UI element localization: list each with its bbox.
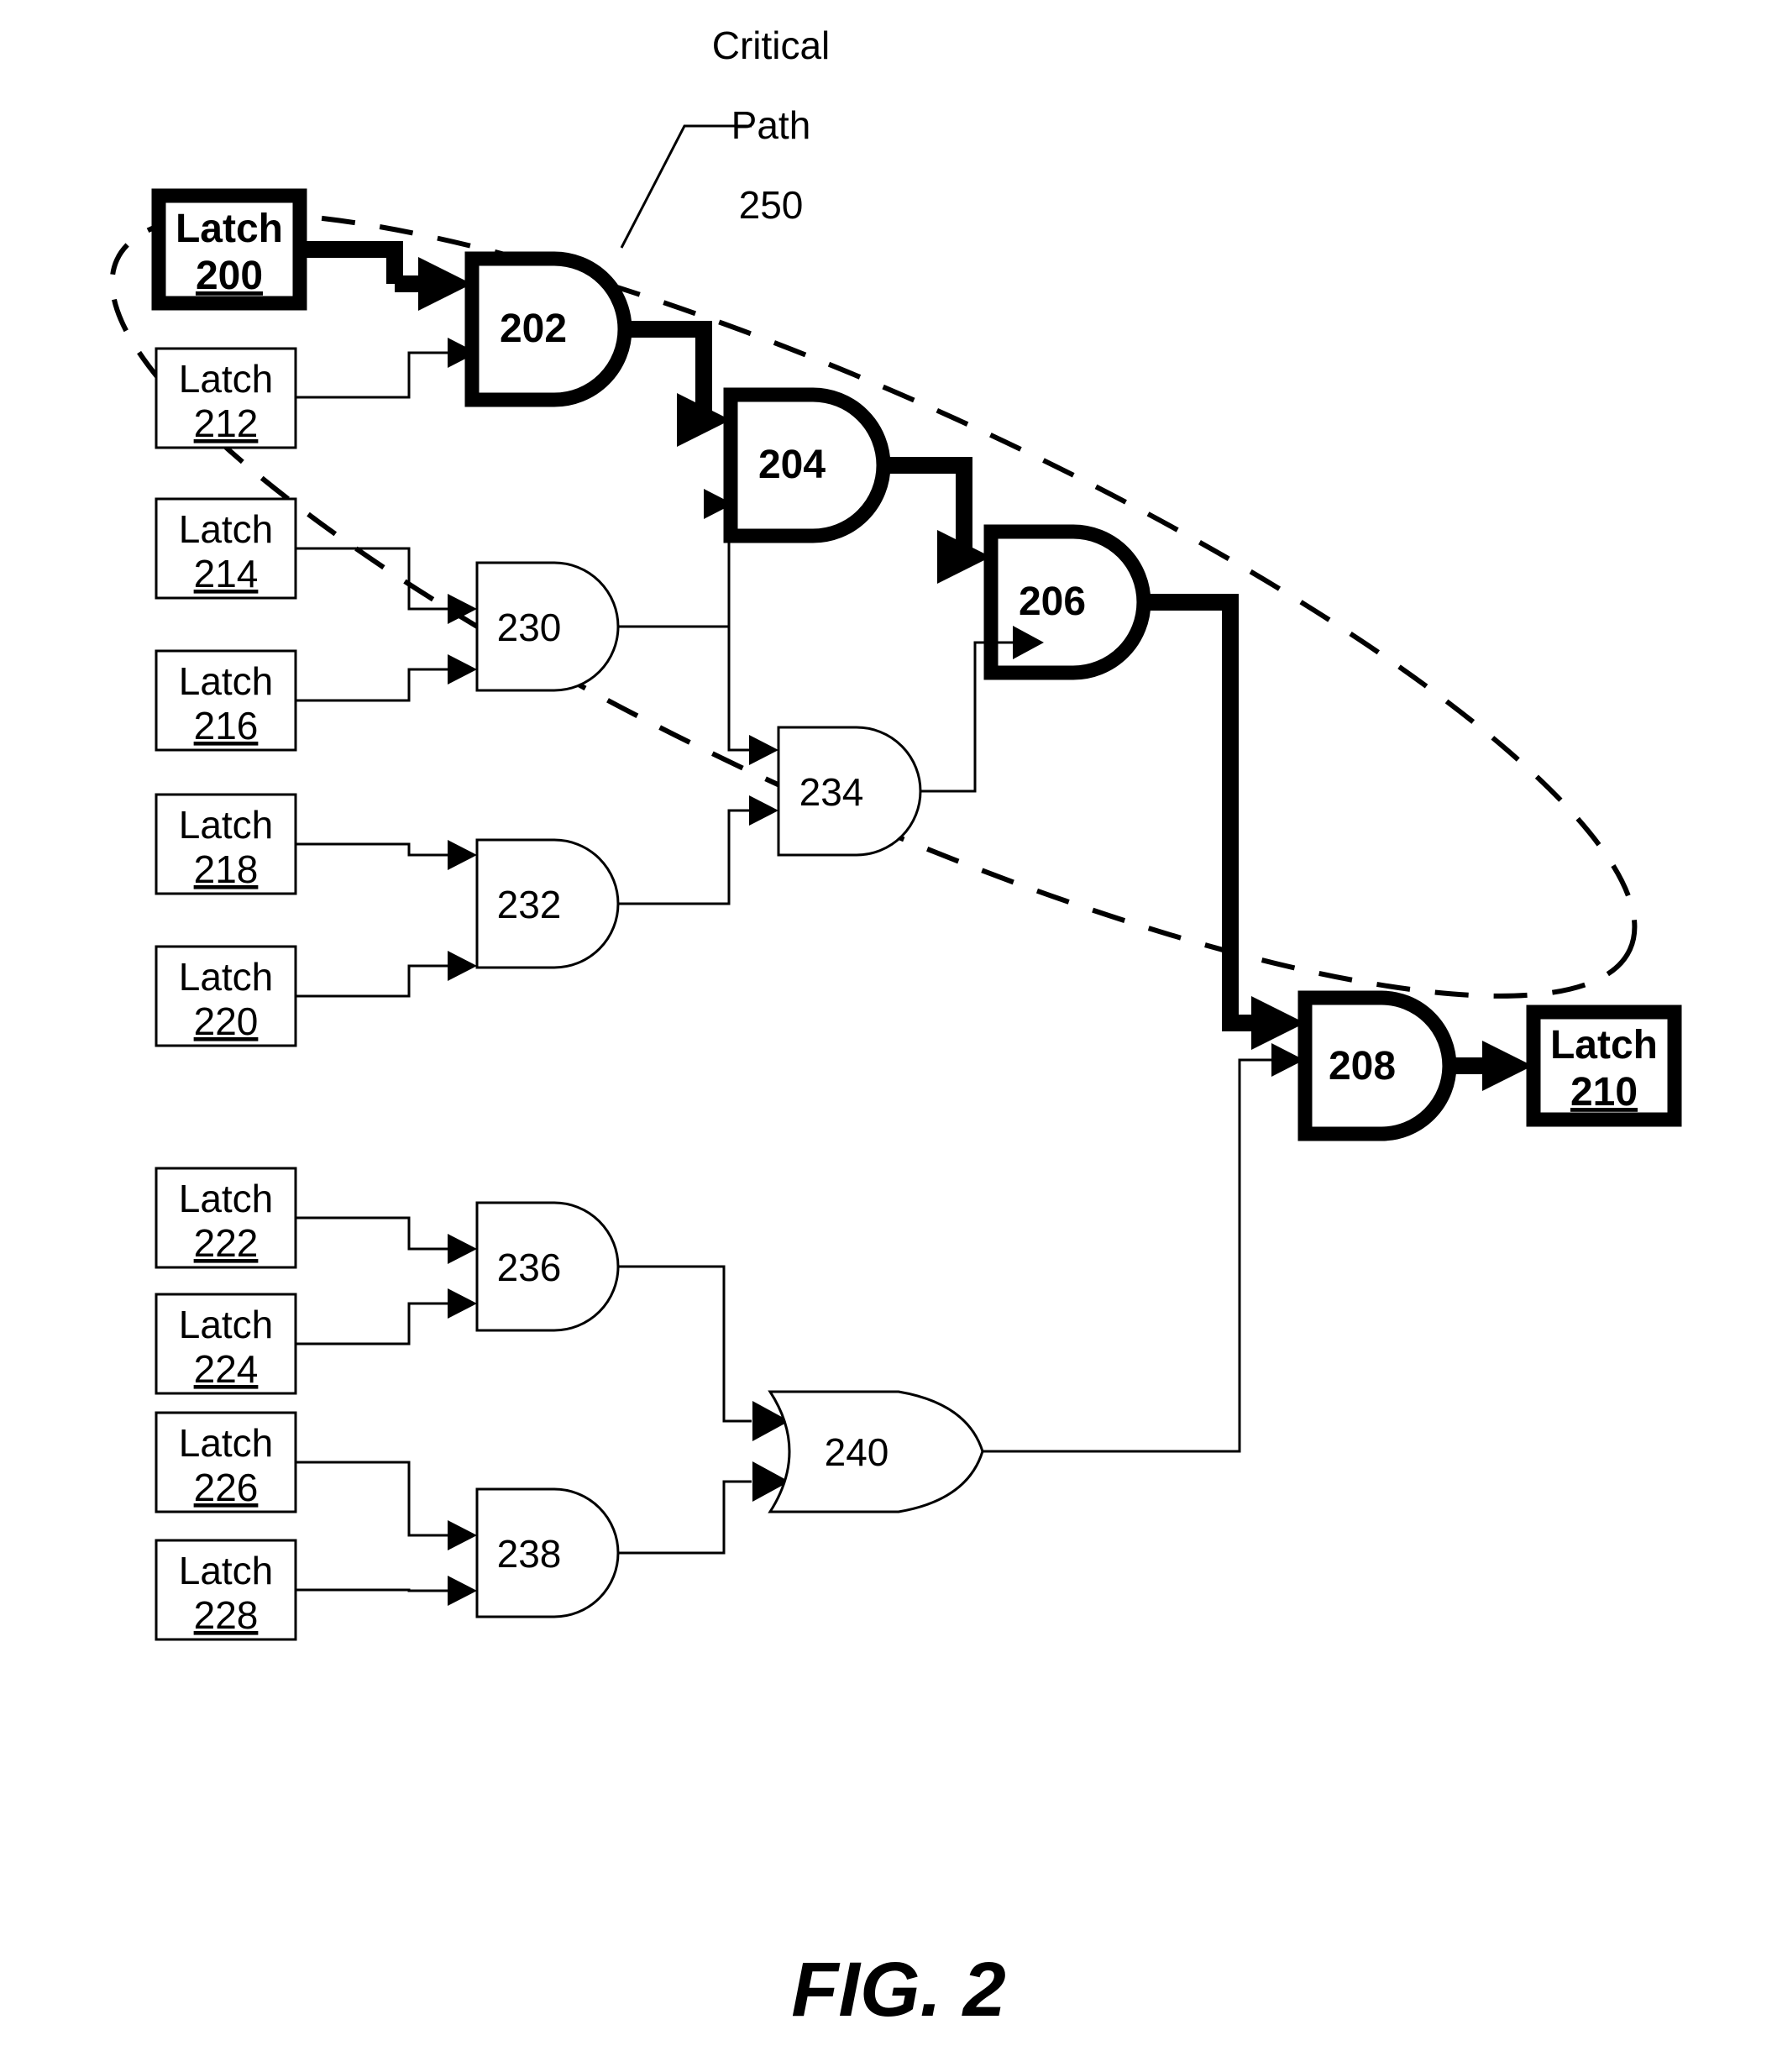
wire-gate234-to-gate206 bbox=[920, 626, 1044, 793]
wire-gate208-to-latch210 bbox=[1449, 1041, 1533, 1091]
gate-208-number: 208 bbox=[1329, 1044, 1396, 1088]
annotation-line-1: Critical bbox=[712, 24, 831, 67]
latch-220-label: Latch bbox=[179, 955, 274, 999]
gate-240[interactable]: 240 bbox=[768, 1390, 984, 1513]
wire-gate238-to-gate240 bbox=[618, 1461, 789, 1555]
wire-latch224-to-gate236 bbox=[296, 1288, 477, 1345]
latch-212[interactable]: Latch 212 bbox=[155, 347, 297, 449]
wire-latch226-to-gate238 bbox=[296, 1461, 477, 1550]
patent-figure: Latch 200 202 Latch 212 204 206 208 Latc… bbox=[0, 0, 1777, 2072]
gate-240-number: 240 bbox=[825, 1430, 889, 1474]
wire-gate204-to-gate206 bbox=[883, 457, 991, 584]
annotation-line-2: Path bbox=[731, 103, 811, 147]
gate-206-number: 206 bbox=[1019, 580, 1086, 624]
gate-236[interactable]: 236 bbox=[475, 1201, 620, 1332]
wire-gate202-to-gate204 bbox=[625, 321, 731, 447]
figure-label: FIG. 2 bbox=[791, 1947, 1006, 2033]
latch-216-label: Latch bbox=[179, 659, 274, 703]
latch-218[interactable]: Latch 218 bbox=[155, 793, 297, 895]
wire-latch216-to-gate230 bbox=[296, 654, 477, 702]
gate-204[interactable]: 204 bbox=[723, 387, 891, 543]
latch-228-label: Latch bbox=[179, 1549, 274, 1592]
latch-222-number: 222 bbox=[194, 1221, 259, 1265]
logic-diagram-canvas: Latch 200 202 Latch 212 204 206 208 Latc… bbox=[109, 24, 1682, 2033]
latch-224-label: Latch bbox=[179, 1303, 274, 1346]
latch-228[interactable]: Latch 228 bbox=[155, 1539, 297, 1641]
wire-gate240-to-gate208 bbox=[983, 1043, 1304, 1453]
gate-208[interactable]: 208 bbox=[1297, 990, 1457, 1141]
latch-210[interactable]: Latch 210 bbox=[1526, 1005, 1682, 1127]
latch-226-number: 226 bbox=[194, 1466, 259, 1509]
latch-224-number: 224 bbox=[194, 1347, 259, 1391]
wire-gate206-to-gate208 bbox=[1144, 594, 1305, 1050]
wire-latch222-to-gate236 bbox=[296, 1216, 477, 1264]
gate-238[interactable]: 238 bbox=[475, 1487, 620, 1618]
latch-220-number: 220 bbox=[194, 999, 259, 1043]
latch-212-label: Latch bbox=[179, 357, 274, 401]
latch-224[interactable]: Latch 224 bbox=[155, 1293, 297, 1395]
gate-202[interactable]: 202 bbox=[464, 251, 632, 407]
gate-234[interactable]: 234 bbox=[777, 726, 922, 857]
latch-210-number: 210 bbox=[1570, 1070, 1638, 1115]
latch-216-number: 216 bbox=[194, 704, 259, 747]
wire-latch200-to-gate202 bbox=[300, 241, 472, 311]
wire-latch218-to-gate232 bbox=[296, 840, 477, 870]
latch-210-label: Latch bbox=[1550, 1023, 1658, 1067]
latch-200[interactable]: Latch 200 bbox=[151, 188, 307, 311]
latch-222[interactable]: Latch 222 bbox=[155, 1167, 297, 1269]
gate-238-number: 238 bbox=[497, 1532, 562, 1576]
latch-216[interactable]: Latch 216 bbox=[155, 649, 297, 752]
latch-222-label: Latch bbox=[179, 1177, 274, 1220]
gate-202-number: 202 bbox=[500, 307, 567, 351]
gate-232-number: 232 bbox=[497, 883, 562, 926]
latch-214-number: 214 bbox=[194, 552, 259, 595]
wire-latch214-to-gate230 bbox=[296, 547, 477, 624]
wire-latch220-to-gate232 bbox=[296, 951, 477, 998]
gate-204-number: 204 bbox=[758, 443, 826, 487]
latch-218-label: Latch bbox=[179, 803, 274, 847]
wire-gate236-to-gate240 bbox=[618, 1265, 789, 1441]
latch-226-label: Latch bbox=[179, 1421, 274, 1465]
latch-226[interactable]: Latch 226 bbox=[155, 1411, 297, 1513]
wire-gate232-to-gate234 bbox=[618, 795, 778, 905]
annotation-line-3: 250 bbox=[739, 183, 804, 227]
latch-214[interactable]: Latch 214 bbox=[155, 497, 297, 600]
latch-212-number: 212 bbox=[194, 401, 259, 445]
gate-234-number: 234 bbox=[799, 770, 864, 814]
latch-228-number: 228 bbox=[194, 1593, 259, 1637]
latch-214-label: Latch bbox=[179, 507, 274, 551]
gate-230[interactable]: 230 bbox=[475, 561, 620, 692]
gate-236-number: 236 bbox=[497, 1246, 562, 1289]
gate-232[interactable]: 232 bbox=[475, 838, 620, 969]
wire-latch228-to-gate238 bbox=[296, 1576, 477, 1606]
figure-label-text: FIG. 2 bbox=[791, 1947, 1006, 2033]
latch-200-number: 200 bbox=[196, 254, 263, 298]
wire-latch212-to-gate202 bbox=[296, 338, 477, 399]
latch-200-label: Latch bbox=[176, 207, 283, 251]
latch-220[interactable]: Latch 220 bbox=[155, 945, 297, 1047]
gate-230-number: 230 bbox=[497, 606, 562, 649]
latch-218-number: 218 bbox=[194, 847, 259, 891]
